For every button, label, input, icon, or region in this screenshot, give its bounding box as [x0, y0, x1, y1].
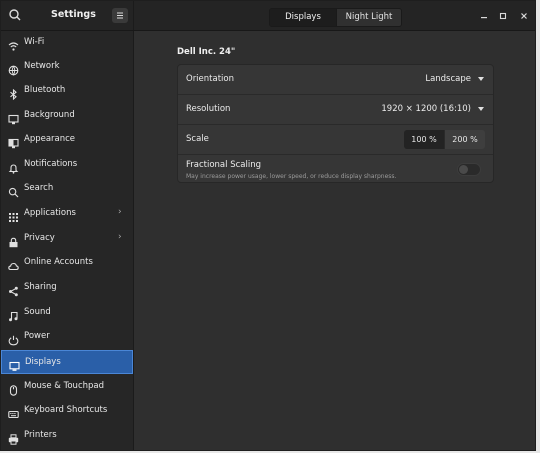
- sidebar-item-label: Sharing: [24, 282, 57, 292]
- scale-row: Scale 100 % 200 %: [178, 125, 493, 155]
- sidebar-item-label: Bluetooth: [24, 85, 66, 95]
- sidebar-item-background[interactable]: Background: [1, 104, 133, 128]
- window-title: Settings: [51, 9, 96, 20]
- resolution-value[interactable]: 1920 × 1200 (16:10): [381, 104, 471, 114]
- sidebar-item-label: Online Accounts: [24, 257, 93, 267]
- minimize-icon: [481, 17, 487, 19]
- printer-icon: [8, 430, 19, 445]
- settings-window: Settings Displays Night Light Wi-Fi Netw…: [0, 0, 536, 451]
- sidebar-item-mouse-touchpad[interactable]: Mouse & Touchpad: [1, 375, 133, 399]
- fractional-scaling-toggle[interactable]: [457, 163, 481, 176]
- sidebar-item-label: Applications: [24, 208, 76, 218]
- sidebar-item-label: Power: [24, 331, 50, 341]
- fractional-scaling-description: May increase power usage, lower speed, o…: [186, 173, 397, 180]
- share-icon: [8, 282, 19, 297]
- background-icon: [8, 110, 19, 125]
- orientation-row[interactable]: Orientation Landscape: [178, 65, 493, 95]
- display-icon: [9, 357, 20, 371]
- sidebar-item-label: Mouse & Touchpad: [24, 381, 105, 391]
- bell-icon: [8, 159, 19, 174]
- sidebar-header: Settings: [1, 1, 134, 30]
- sidebar-item-search[interactable]: Search: [1, 177, 133, 201]
- toggle-knob: [459, 165, 468, 174]
- sidebar-item-network[interactable]: Network: [1, 55, 133, 79]
- tab-night-light[interactable]: Night Light: [336, 9, 401, 26]
- chevron-right-icon: ›: [118, 207, 122, 217]
- network-icon: [8, 61, 19, 76]
- keyboard-icon: [8, 405, 19, 419]
- hamburger-menu-button[interactable]: [112, 8, 128, 23]
- minimize-button[interactable]: [477, 9, 491, 23]
- appearance-icon: [8, 134, 19, 149]
- sidebar-item-label: Wi-Fi: [24, 37, 45, 47]
- sidebar-item-label: Displays: [25, 357, 61, 367]
- header-bar: Settings Displays Night Light: [1, 1, 535, 31]
- sidebar-item-power[interactable]: Power: [1, 325, 133, 349]
- sidebar-item-wifi[interactable]: Wi-Fi: [1, 31, 133, 55]
- search-icon: [8, 183, 19, 198]
- chevron-down-icon[interactable]: [478, 77, 484, 81]
- orientation-value[interactable]: Landscape: [425, 74, 471, 84]
- sidebar-item-label: Network: [24, 61, 60, 71]
- display-settings-list: Orientation Landscape Resolution 1920 × …: [177, 64, 494, 183]
- sidebar-item-label: Background: [24, 110, 75, 120]
- maximize-button[interactable]: [496, 9, 510, 23]
- sidebar-item-label: Search: [24, 183, 54, 193]
- desktop-edge: [536, 0, 540, 453]
- view-switcher: Displays Night Light: [269, 8, 402, 27]
- scale-selector: 100 % 200 %: [404, 130, 485, 149]
- wifi-icon: [8, 37, 19, 51]
- monitor-name: Dell Inc. 24": [177, 47, 236, 57]
- fractional-scaling-label: Fractional Scaling: [186, 160, 261, 170]
- sidebar-item-displays[interactable]: Displays: [1, 350, 133, 374]
- orientation-label: Orientation: [186, 74, 234, 84]
- chevron-right-icon: ›: [118, 232, 122, 242]
- sidebar-item-label: Notifications: [24, 159, 78, 169]
- resolution-row[interactable]: Resolution 1920 × 1200 (16:10): [178, 95, 493, 125]
- sidebar-item-applications[interactable]: Applications ›: [1, 202, 133, 226]
- scale-option-100[interactable]: 100 %: [404, 130, 444, 149]
- close-icon: [521, 13, 527, 19]
- hamburger-icon: [117, 12, 123, 19]
- fractional-scaling-row: Fractional Scaling May increase power us…: [178, 155, 493, 183]
- sidebar-item-label: Keyboard Shortcuts: [24, 405, 108, 415]
- sidebar-item-privacy[interactable]: Privacy ›: [1, 227, 133, 251]
- scale-option-200[interactable]: 200 %: [444, 130, 485, 149]
- mouse-icon: [8, 381, 19, 396]
- cloud-icon: [8, 257, 19, 271]
- sidebar-item-online-accounts[interactable]: Online Accounts: [1, 251, 133, 275]
- grid-icon: [8, 208, 19, 222]
- sidebar-item-label: Sound: [24, 307, 51, 317]
- sidebar-item-notifications[interactable]: Notifications: [1, 153, 133, 177]
- sidebar-item-appearance[interactable]: Appearance: [1, 128, 133, 152]
- sidebar-item-label: Appearance: [24, 134, 76, 144]
- power-icon: [8, 331, 19, 346]
- sidebar-item-printers[interactable]: Printers: [1, 424, 133, 448]
- chevron-down-icon[interactable]: [478, 107, 484, 111]
- search-icon[interactable]: [7, 7, 23, 23]
- close-button[interactable]: [517, 9, 531, 23]
- resolution-label: Resolution: [186, 104, 231, 114]
- sidebar-item-keyboard-shortcuts[interactable]: Keyboard Shortcuts: [1, 399, 133, 423]
- scale-label: Scale: [186, 134, 209, 144]
- privacy-icon: [8, 233, 19, 248]
- sidebar-item-bluetooth[interactable]: Bluetooth: [1, 79, 133, 103]
- sidebar-item-sharing[interactable]: Sharing: [1, 276, 133, 300]
- sidebar-item-label: Printers: [24, 430, 57, 440]
- sidebar-item-label: Privacy: [24, 233, 55, 243]
- sidebar-item-sound[interactable]: Sound: [1, 301, 133, 325]
- maximize-icon: [499, 12, 507, 20]
- music-note-icon: [8, 307, 19, 322]
- bluetooth-icon: [8, 85, 19, 101]
- sidebar: Wi-Fi Network Bluetooth Background Appea…: [1, 31, 134, 450]
- tab-displays[interactable]: Displays: [270, 9, 336, 26]
